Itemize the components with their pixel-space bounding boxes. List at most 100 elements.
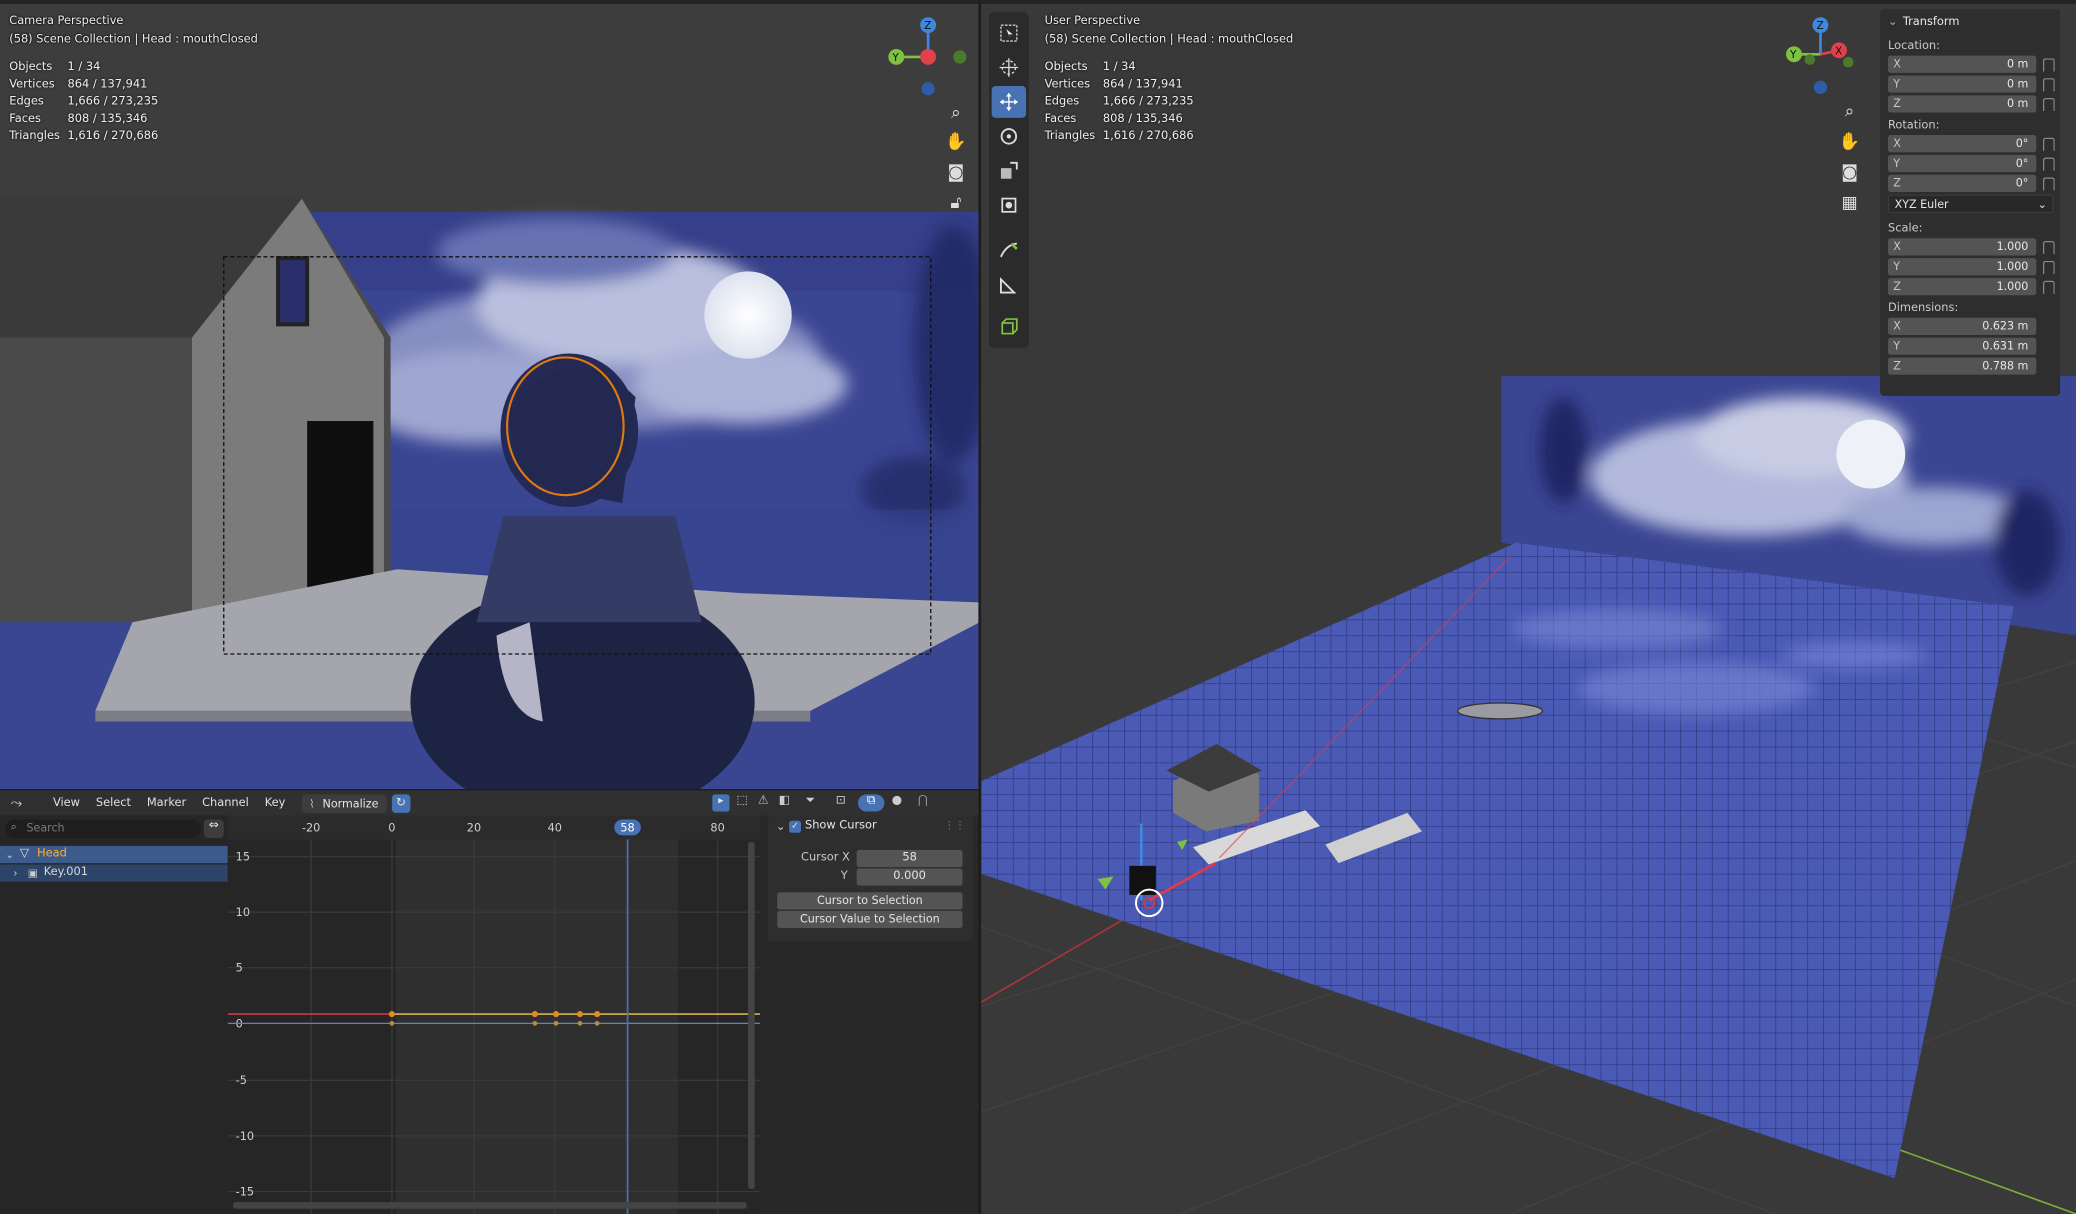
lock-icon[interactable] bbox=[2042, 97, 2055, 112]
fcurve-graph[interactable]: -200204080151050-5-10-1558 bbox=[227, 815, 760, 1214]
cursor-to-selection-button[interactable]: Cursor to Selection bbox=[777, 892, 963, 910]
scale-icon[interactable] bbox=[992, 155, 1026, 187]
cursor-x-field[interactable]: 58 bbox=[856, 849, 963, 868]
keyframe-point bbox=[389, 1020, 395, 1026]
move-icon[interactable] bbox=[991, 86, 1027, 118]
falloff-icon[interactable]: ⋂ bbox=[910, 794, 936, 811]
cursor-y-label: Y bbox=[840, 869, 848, 884]
stat-label: Objects bbox=[1044, 60, 1088, 75]
location-z-field[interactable]: Z 0 m bbox=[1887, 95, 2037, 113]
dimension-z-field[interactable]: Z 0.788 m bbox=[1887, 357, 2037, 375]
axis-label: Z bbox=[1893, 358, 1901, 373]
pan-hand-icon[interactable]: ✋ bbox=[1836, 128, 1862, 154]
collapse-chevron-icon[interactable]: › bbox=[13, 864, 17, 881]
snap-icon[interactable]: ⧉ bbox=[857, 794, 885, 812]
chevron-down-icon: ⌄ bbox=[2037, 197, 2047, 211]
normalize-toggle[interactable]: ⌇ Normalize bbox=[301, 793, 387, 813]
rotation-mode-select[interactable]: XYZ Euler ⌄ bbox=[1887, 194, 2054, 214]
location-x-field[interactable]: X 0 m bbox=[1887, 55, 2037, 73]
graph-area[interactable]: -200204080151050-5-10-1558 bbox=[227, 815, 760, 1214]
location-y-field[interactable]: Y 0 m bbox=[1887, 75, 2037, 93]
expand-chevron-icon[interactable]: ⌄ bbox=[5, 846, 14, 863]
select-cursor-icon[interactable]: ▸ bbox=[712, 794, 730, 812]
panel-collapse-icon[interactable]: ⌄ bbox=[776, 821, 786, 834]
select-box-icon[interactable] bbox=[992, 17, 1026, 49]
channel-search-input[interactable]: ⌕ Search bbox=[5, 819, 202, 839]
proportional-icon[interactable]: ● bbox=[888, 794, 905, 811]
cursor-x-label: Cursor X bbox=[801, 851, 850, 865]
graph-editor[interactable]: ⤳ View Select Marker Channel Key ⌇ Normalize… bbox=[0, 790, 979, 1214]
pan-hand-icon[interactable]: ✋ bbox=[943, 128, 969, 154]
cursor-icon[interactable] bbox=[992, 52, 1026, 84]
lock-icon[interactable] bbox=[2042, 137, 2055, 151]
ghost-curves-icon[interactable]: ◧ bbox=[776, 794, 793, 811]
scale-z-field[interactable]: Z 1.000 bbox=[1887, 278, 2037, 296]
measure-icon[interactable] bbox=[992, 269, 1026, 301]
transform-panel-header[interactable]: ⌄ Transform bbox=[1880, 9, 2060, 35]
channel-head[interactable]: ⌄ ▽ Head bbox=[0, 845, 228, 864]
stat-row: Triangles 1,616 / 270,686 bbox=[1045, 128, 1194, 145]
menu-select[interactable]: Select bbox=[88, 796, 139, 809]
keyframe-point bbox=[594, 1011, 601, 1018]
add-cube-icon[interactable] bbox=[992, 311, 1026, 343]
x-tick-label: 20 bbox=[467, 821, 481, 834]
dimension-x-field[interactable]: X 0.623 m bbox=[1887, 317, 2037, 335]
pivot-icon[interactable]: ⊡ bbox=[827, 794, 853, 811]
swap-icon[interactable]: ⇔ bbox=[203, 819, 224, 839]
user-stats-overlay: Objects 1 / 34 Vertices 864 / 137,941 Edges 1… bbox=[1045, 60, 1194, 146]
channel-key001-label: Key.001 bbox=[43, 865, 89, 880]
field-value: 0° bbox=[2015, 176, 2029, 190]
rotate-icon[interactable] bbox=[992, 120, 1026, 152]
field-value: 0.623 m bbox=[1982, 319, 2029, 333]
lock-icon[interactable] bbox=[2042, 280, 2055, 294]
stat-row: Objects 1 / 34 bbox=[9, 60, 158, 77]
menu-marker[interactable]: Marker bbox=[139, 796, 194, 809]
axis-label: Y bbox=[1893, 338, 1901, 353]
lock-icon[interactable] bbox=[2042, 157, 2055, 171]
editor-type-icon[interactable]: ⤳ bbox=[0, 794, 45, 813]
camera-view-icon[interactable]: ◙ bbox=[1836, 159, 1862, 185]
search-icon: ⌕ bbox=[10, 819, 17, 833]
view-frame-icon[interactable]: ⬚ bbox=[733, 794, 750, 811]
cursor-y-field[interactable]: 0.000 bbox=[856, 868, 963, 886]
cursor-value-to-selection-button[interactable]: Cursor Value to Selection bbox=[777, 910, 963, 929]
stat-row: Edges 1,666 / 273,235 bbox=[9, 94, 158, 111]
current-frame-label: 58 bbox=[620, 821, 634, 834]
menu-channel[interactable]: Channel bbox=[194, 796, 257, 809]
lock-icon[interactable] bbox=[2042, 177, 2055, 191]
axis-label: X bbox=[1893, 239, 1901, 253]
camera-viewport[interactable]: Camera Perspective (58) Scene Collection… bbox=[0, 0, 979, 790]
lock-icon[interactable] bbox=[2042, 58, 2055, 72]
dimension-y-field[interactable]: Y 0.631 m bbox=[1887, 337, 2037, 355]
user-navigation-gizmo[interactable]: Z Y X bbox=[1775, 13, 1862, 98]
annotate-icon[interactable] bbox=[992, 234, 1026, 266]
rotation-x-field[interactable]: X 0° bbox=[1887, 135, 2037, 153]
dimension-row: Z 0.788 m bbox=[1880, 357, 2060, 375]
zoom-icon[interactable]: ⌕ bbox=[943, 99, 969, 125]
ortho-grid-icon[interactable]: ▦ bbox=[1836, 189, 1862, 215]
warning-icon[interactable]: ⚠ bbox=[755, 794, 772, 811]
scale-y-field[interactable]: Y 1.000 bbox=[1887, 258, 2037, 276]
zoom-icon[interactable]: ⌕ bbox=[1836, 98, 1862, 124]
gizmo-y-label: Y bbox=[891, 52, 899, 64]
menu-view[interactable]: View bbox=[45, 796, 88, 809]
camera-stats-overlay: Objects 1 / 34 Vertices 864 / 137,941 Edges 1… bbox=[9, 60, 158, 146]
menu-key[interactable]: Key bbox=[257, 796, 294, 809]
lock-icon[interactable] bbox=[2042, 260, 2055, 275]
transform-icon[interactable] bbox=[992, 189, 1026, 221]
show-cursor-checkbox[interactable]: ✓ bbox=[789, 820, 802, 833]
auto-normalize-icon[interactable]: ↻ bbox=[391, 793, 411, 813]
scale-row: Y 1.000 bbox=[1880, 258, 2060, 276]
lock-icon[interactable] bbox=[2042, 240, 2055, 255]
lock-camera-icon[interactable]: 🔓︎ bbox=[943, 189, 969, 215]
panel-drag-handle[interactable]: ⋮⋮ bbox=[944, 819, 965, 831]
rotation-z-field[interactable]: Z 0° bbox=[1887, 174, 2037, 192]
rotation-y-field[interactable]: Y 0° bbox=[1887, 154, 2037, 173]
camera-navigation-gizmo[interactable]: Z Y bbox=[880, 16, 975, 101]
filter-icon[interactable]: ⏷ bbox=[797, 794, 823, 811]
scale-x-field[interactable]: X 1.000 bbox=[1887, 238, 2037, 256]
channel-key001[interactable]: › ▣ Key.001 bbox=[0, 864, 228, 882]
camera-icon[interactable]: ◙ bbox=[943, 159, 969, 185]
lock-icon[interactable] bbox=[2042, 78, 2055, 92]
stat-label: Faces bbox=[1044, 112, 1077, 126]
